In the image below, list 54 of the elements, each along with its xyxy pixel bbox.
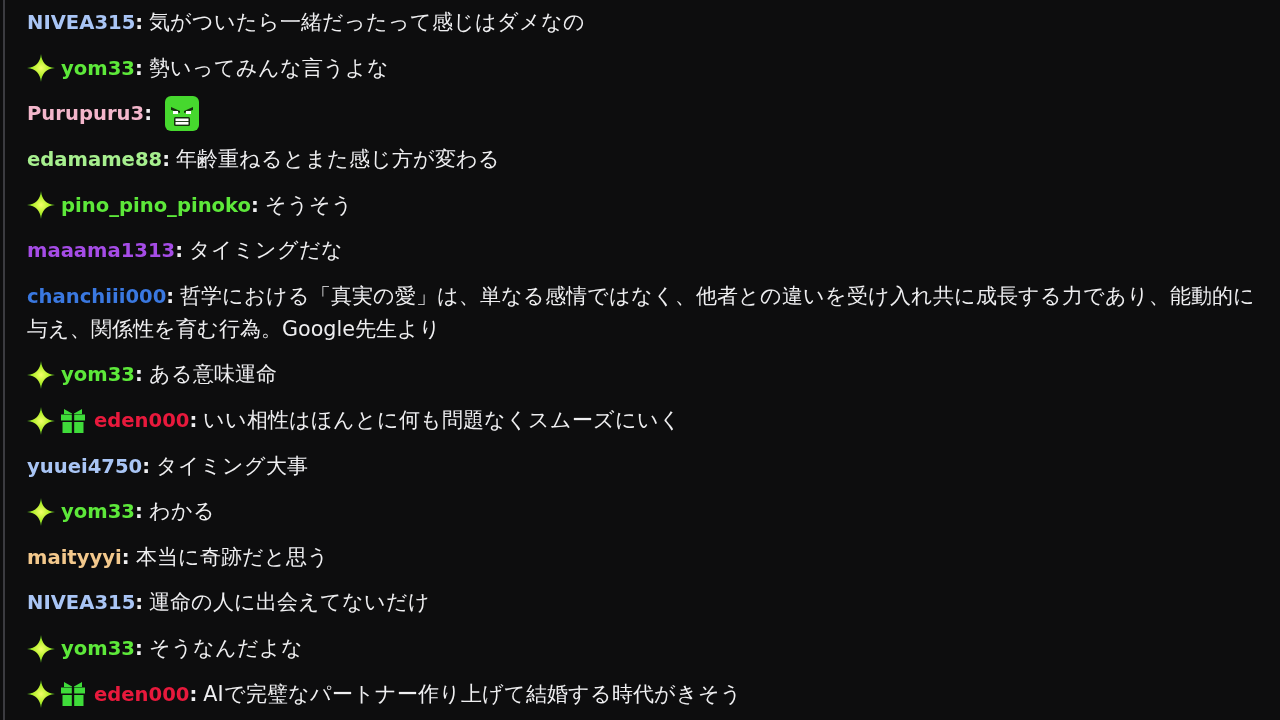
gift-icon [61, 408, 85, 433]
colon-separator: : [166, 284, 175, 308]
sparkle-icon [27, 54, 55, 83]
colon-separator: : [175, 239, 184, 263]
sparkle-icon [27, 360, 55, 389]
colon-separator: : [142, 454, 151, 478]
chat-username[interactable]: yom33 [61, 500, 135, 524]
sparkle-icon [27, 680, 55, 709]
chat-username[interactable]: eden000 [94, 409, 190, 433]
chat-username[interactable]: eden000 [94, 682, 190, 706]
colon-separator: : [135, 591, 144, 615]
colon-separator: : [121, 545, 130, 569]
chat-username[interactable]: maaama1313 [27, 239, 176, 263]
chat-username[interactable]: pino_pino_pinoko [61, 193, 251, 217]
colon-separator: : [135, 11, 144, 35]
chat-username[interactable]: yom33 [61, 637, 135, 660]
chat-message: 勢いってみんな言うよな [148, 55, 389, 80]
colon-separator: : [189, 409, 198, 433]
chat-username[interactable]: Purupuru3 [27, 102, 145, 126]
colon-separator: : [162, 148, 170, 172]
chat-message: いい相性はほんとに何も問題なくスムーズにいく [203, 408, 682, 433]
chat-message: 運命の人に出会えてないだけ [149, 590, 431, 615]
chat-username[interactable]: yom33 [61, 56, 135, 80]
chat-message: タイミングだな [189, 238, 344, 263]
chat-message: 年齢重ねるとまた感じ方が変わる [176, 147, 500, 172]
colon-separator: : [144, 102, 152, 126]
colon-separator: : [134, 637, 143, 660]
chat-username[interactable]: yuuei4750 [27, 454, 143, 478]
chat-message: 気がついたら一緒だったって感じはダメなの [149, 10, 586, 35]
chat-username[interactable]: yom33 [61, 363, 135, 387]
chat-message: 哲学における「真実の愛」は、単なる感情ではなく、他者との違いを受け入れ共に成長する力であり、能動的に [180, 283, 1256, 308]
chat-message: そうなんだよな [148, 636, 303, 660]
chat-message: タイミング大事 [156, 453, 309, 478]
chat-message: そうそう [264, 192, 353, 217]
chat-username[interactable]: NIVEA315 [27, 591, 136, 615]
chat-username[interactable]: chanchiii000 [27, 284, 167, 308]
chat-message: 与え、関係性を育む行為。Google先生より [27, 315, 441, 343]
colon-separator: : [134, 500, 143, 524]
chat-username[interactable]: maityyyi [27, 545, 122, 569]
colon-separator: : [251, 193, 259, 217]
sparkle-icon [27, 406, 55, 435]
sparkle-icon [27, 634, 55, 663]
chat-username[interactable]: edamame88 [27, 148, 163, 172]
chat-message: わかる [148, 499, 215, 524]
chat-message: AIで完璧なパートナー作り上げて結婚する時代がきそう [203, 681, 742, 706]
colon-separator: : [134, 56, 143, 80]
sparkle-icon [27, 191, 55, 220]
colon-separator: : [134, 363, 143, 387]
chat-username[interactable]: NIVEA315 [27, 11, 136, 35]
gift-icon [61, 682, 85, 707]
colon-separator: : [189, 682, 198, 706]
chat-message: ある意味運命 [148, 362, 277, 387]
chat-message: 本当に奇跡だと思う [135, 544, 329, 569]
angry-face-icon [165, 96, 199, 132]
